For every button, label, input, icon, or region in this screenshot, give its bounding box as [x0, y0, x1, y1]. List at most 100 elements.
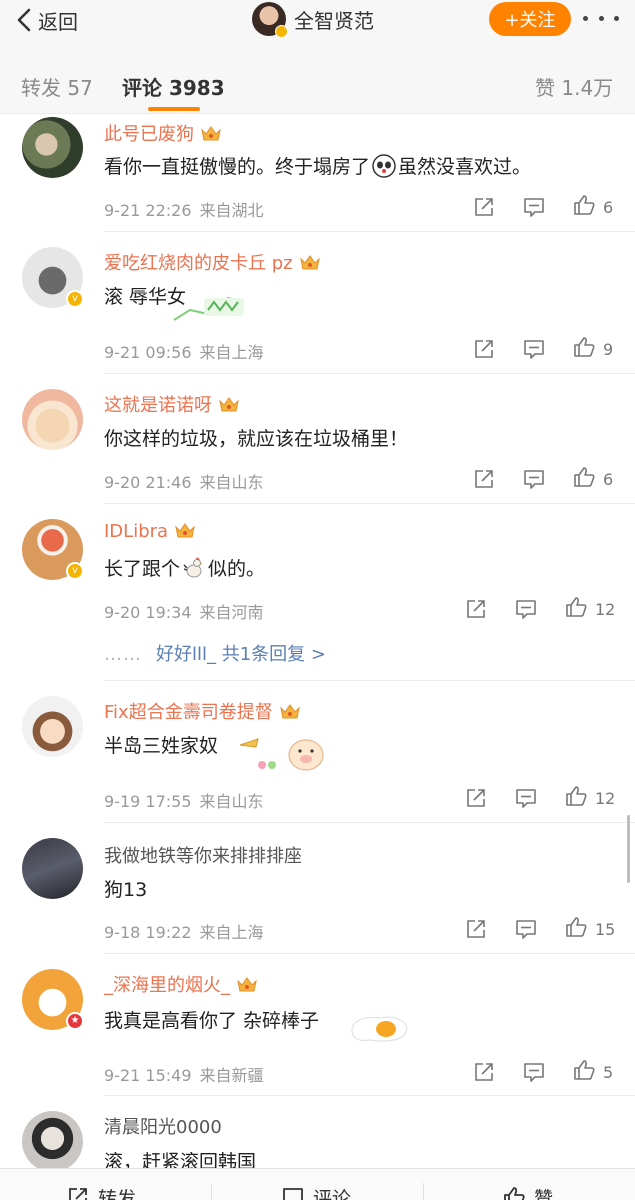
profile-header[interactable]: 全智贤范	[252, 0, 374, 38]
comment-meta: 9-18 19:22 来自上海	[104, 919, 264, 943]
comment-meta: 9-20 21:46 来自山东	[104, 469, 264, 493]
share-icon[interactable]	[472, 1060, 496, 1084]
like-count: 12	[595, 600, 616, 619]
share-icon[interactable]	[472, 467, 496, 491]
like-icon[interactable]	[572, 193, 596, 217]
comment-button[interactable]: 评论	[281, 1185, 351, 1200]
comment-text: 看你一直挺傲慢的。终于塌房了 虽然没喜欢过。	[104, 154, 532, 178]
tab-likes[interactable]: 赞 1.4万	[535, 72, 613, 101]
reply-link-label: 好好lll_ 共1条回复 >	[156, 644, 326, 665]
comment-icon[interactable]	[514, 597, 538, 621]
crown-badge-icon	[219, 397, 239, 412]
back-button[interactable]: 返回	[14, 6, 78, 34]
comment-username[interactable]: 清晨阳光0000	[104, 1113, 222, 1139]
reply-dots: ……	[104, 644, 142, 665]
comment-meta: 9-20 19:34 来自河南	[104, 599, 264, 623]
panda-emoji-icon	[372, 154, 396, 178]
share-icon[interactable]	[472, 337, 496, 361]
comment-icon[interactable]	[522, 337, 546, 361]
comment-text: 我真是高看你了 杂碎棒子	[104, 1010, 320, 1032]
divider	[104, 953, 635, 954]
crown-badge-icon	[237, 977, 257, 992]
comment-location: 来自上海	[199, 343, 264, 362]
like-button[interactable]: 赞	[502, 1185, 553, 1200]
comment-text: 你这样的垃圾，就应该在垃圾桶里！	[104, 428, 409, 450]
pig-sticker	[239, 738, 324, 771]
divider	[423, 1183, 424, 1200]
crown-badge-icon	[279, 704, 300, 719]
comment-time: 9-18 19:22	[104, 923, 192, 942]
comment-icon[interactable]	[514, 917, 538, 941]
back-label: 返回	[38, 9, 78, 34]
share-icon[interactable]	[464, 917, 488, 941]
more-options-icon[interactable]	[583, 8, 619, 28]
divider	[211, 1183, 212, 1200]
avatar[interactable]	[22, 1111, 83, 1172]
like-icon[interactable]	[564, 915, 588, 939]
comment-label: 评论	[313, 1187, 352, 1200]
comment-username[interactable]: 此号已废狗	[104, 120, 222, 146]
comment-time: 9-21 22:26	[104, 201, 192, 220]
like-icon[interactable]	[564, 784, 588, 808]
divider	[104, 503, 635, 504]
active-tab-indicator	[148, 107, 200, 111]
comment-icon[interactable]	[522, 467, 546, 491]
enfj-sticker	[173, 296, 245, 321]
follow-button[interactable]: +关注	[489, 2, 571, 36]
comment-icon[interactable]	[522, 1060, 546, 1084]
top-nav-bar: 返回 全智贤范 +关注	[0, 0, 635, 50]
avatar[interactable]	[22, 117, 83, 178]
profile-avatar[interactable]	[252, 2, 288, 38]
comment-text: 半岛三姓家奴	[104, 735, 219, 757]
scrollbar[interactable]	[627, 815, 630, 883]
share-icon[interactable]	[464, 786, 488, 810]
like-count: 5	[603, 1063, 614, 1082]
comment-username[interactable]: IDLibra	[104, 521, 196, 542]
comment-username[interactable]: 爱吃红烧肉的皮卡丘 pz	[104, 249, 321, 275]
tab-bar: 转发 57 评论 3983 赞 1.4万	[0, 50, 635, 114]
avatar[interactable]	[22, 389, 83, 450]
repost-button[interactable]: 转发	[66, 1185, 136, 1200]
comment-meta: 9-21 22:26 来自湖北	[104, 197, 264, 221]
comment-time: 9-21 15:49	[104, 1066, 192, 1085]
avatar[interactable]	[22, 838, 83, 899]
view-replies-link[interactable]: …… 好好lll_ 共1条回复 >	[104, 640, 326, 666]
comment-meta: 9-21 09:56 来自上海	[104, 339, 264, 363]
comment-location: 来自河南	[199, 603, 264, 622]
comment-icon	[283, 1188, 303, 1200]
share-icon[interactable]	[464, 597, 488, 621]
like-icon[interactable]	[572, 1058, 596, 1082]
comment-username[interactable]: 这就是诺诺呀	[104, 391, 240, 417]
comment-location: 来自上海	[199, 923, 264, 942]
comment-icon[interactable]	[514, 786, 538, 810]
comment-location: 来自山东	[199, 792, 264, 811]
comment-location: 来自湖北	[199, 201, 264, 220]
avatar[interactable]: ★	[22, 969, 84, 1030]
avatar[interactable]: v	[22, 519, 84, 580]
comment-meta: 9-21 15:49 来自新疆	[104, 1062, 264, 1086]
comment-text: 长了跟个 似的。	[104, 557, 266, 580]
like-icon[interactable]	[572, 335, 596, 359]
comment-icon[interactable]	[522, 195, 546, 219]
comment-username[interactable]: Fix超合金壽司卷提督	[104, 698, 301, 724]
avatar[interactable]	[22, 696, 83, 757]
divider	[104, 680, 635, 681]
comment-time: 9-19 17:55	[104, 792, 192, 811]
like-count: 9	[603, 340, 614, 359]
like-icon[interactable]	[564, 595, 588, 619]
tab-comments[interactable]: 评论 3983	[122, 72, 225, 101]
like-icon	[504, 1187, 525, 1200]
comment-username[interactable]: _深海里的烟火_	[104, 971, 258, 997]
share-icon[interactable]	[472, 195, 496, 219]
avatar[interactable]: v	[22, 247, 84, 308]
comment-meta: 9-19 17:55 来自山东	[104, 788, 264, 812]
divider	[104, 231, 635, 232]
comment-time: 9-21 09:56	[104, 343, 192, 362]
divider	[104, 822, 635, 823]
comment-username[interactable]: 我做地铁等你来排排排座	[104, 842, 302, 868]
bottom-action-bar: 转发 评论 赞	[0, 1168, 635, 1200]
crown-badge-icon	[175, 523, 195, 538]
like-icon[interactable]	[572, 465, 596, 489]
comment-location: 来自新疆	[199, 1066, 264, 1085]
tab-repost[interactable]: 转发 57	[21, 72, 93, 101]
